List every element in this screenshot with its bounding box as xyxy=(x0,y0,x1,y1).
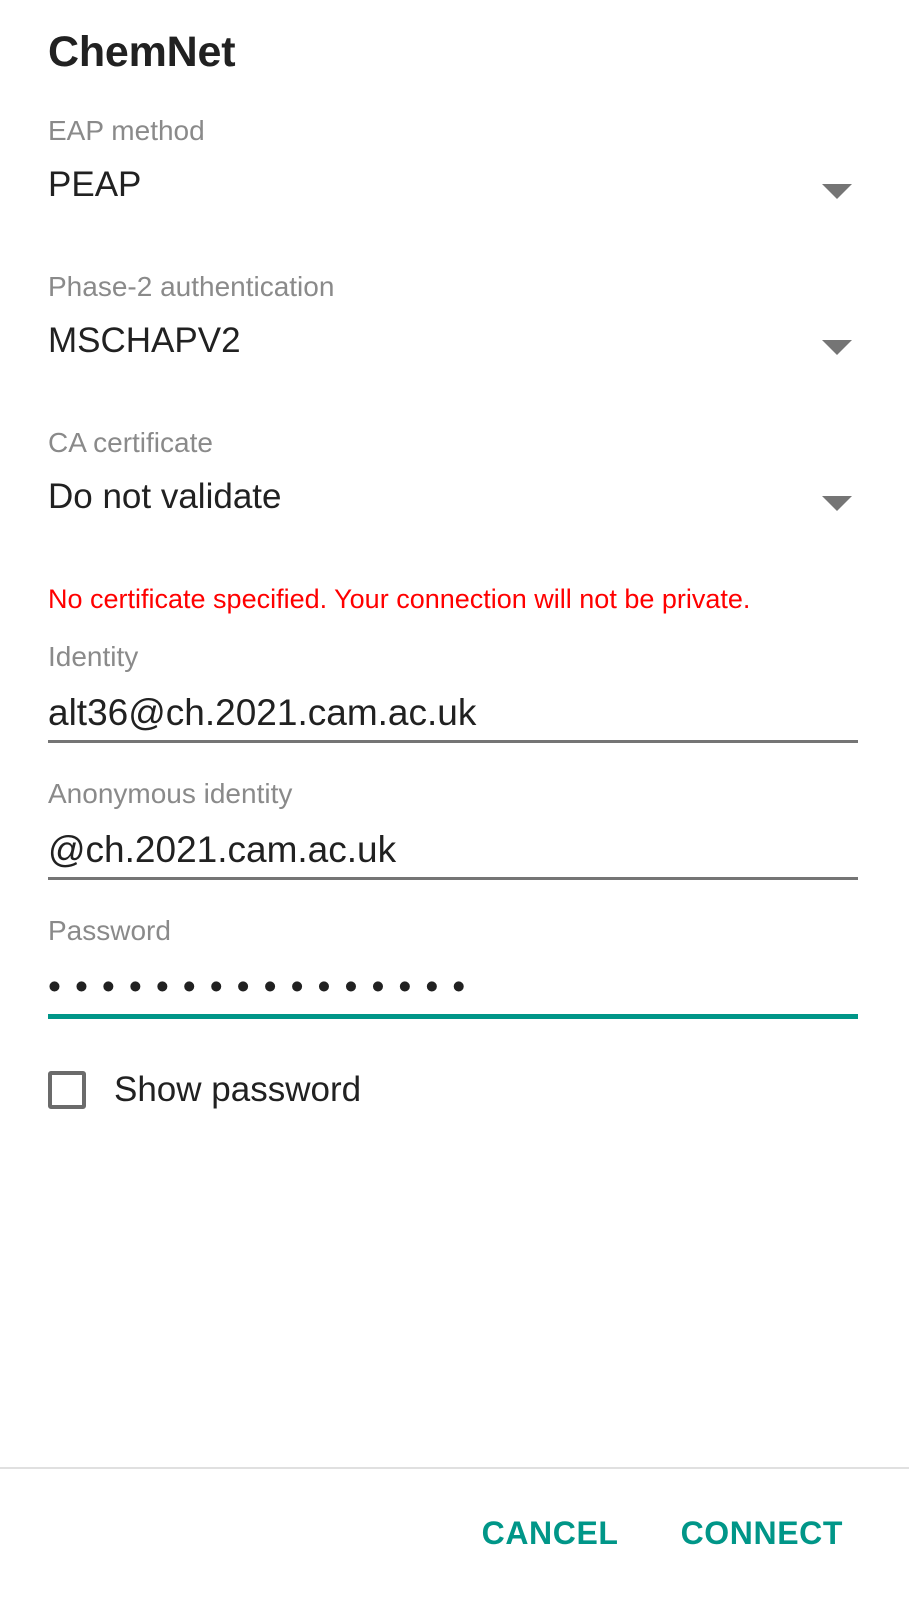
identity-input[interactable]: alt36@ch.2021.cam.ac.uk xyxy=(48,686,858,740)
page-title: ChemNet xyxy=(48,28,236,76)
eap-method-value: PEAP xyxy=(48,165,142,204)
password-field[interactable]: •••••••••••••••• xyxy=(48,960,858,1019)
anonymous-identity-input[interactable]: @ch.2021.cam.ac.uk xyxy=(48,823,858,877)
dialog-scroll-area[interactable]: ChemNet EAP method PEAP Phase-2 authenti… xyxy=(0,0,909,1468)
phase2-auth-value: MSCHAPV2 xyxy=(48,321,241,360)
chevron-down-icon xyxy=(822,496,852,511)
password-label: Password xyxy=(48,915,171,946)
show-password-label: Show password xyxy=(114,1070,362,1109)
password-underline xyxy=(48,1014,858,1019)
identity-label: Identity xyxy=(48,641,139,672)
anonymous-identity-label: Anonymous identity xyxy=(48,778,293,809)
ca-certificate-spinner[interactable]: Do not validate xyxy=(48,474,858,532)
identity-underline xyxy=(48,740,858,743)
phase2-auth-spinner[interactable]: MSCHAPV2 xyxy=(48,318,858,376)
connect-button[interactable]: CONNECT xyxy=(663,1501,861,1566)
password-input[interactable]: •••••••••••••••• xyxy=(48,960,858,1014)
anonymous-identity-underline xyxy=(48,877,858,880)
ca-certificate-value: Do not validate xyxy=(48,477,282,516)
chevron-down-icon xyxy=(822,340,852,355)
phase2-auth-label: Phase-2 authentication xyxy=(48,271,335,302)
no-certificate-warning: No certificate specified. Your connectio… xyxy=(48,584,751,614)
ca-certificate-label: CA certificate xyxy=(48,427,213,458)
anonymous-identity-field[interactable]: @ch.2021.cam.ac.uk xyxy=(48,823,858,880)
eap-method-spinner[interactable]: PEAP xyxy=(48,162,858,220)
eap-method-label: EAP method xyxy=(48,115,205,146)
wifi-network-dialog: ChemNet EAP method PEAP Phase-2 authenti… xyxy=(0,0,909,1597)
identity-field[interactable]: alt36@ch.2021.cam.ac.uk xyxy=(48,686,858,743)
show-password-row[interactable]: Show password xyxy=(48,1067,858,1113)
dialog-button-bar: CANCEL CONNECT xyxy=(0,1469,909,1597)
dialog-content: ChemNet EAP method PEAP Phase-2 authenti… xyxy=(48,0,858,1113)
checkbox-icon[interactable] xyxy=(48,1071,86,1109)
cancel-button[interactable]: CANCEL xyxy=(464,1501,637,1566)
chevron-down-icon xyxy=(822,184,852,199)
